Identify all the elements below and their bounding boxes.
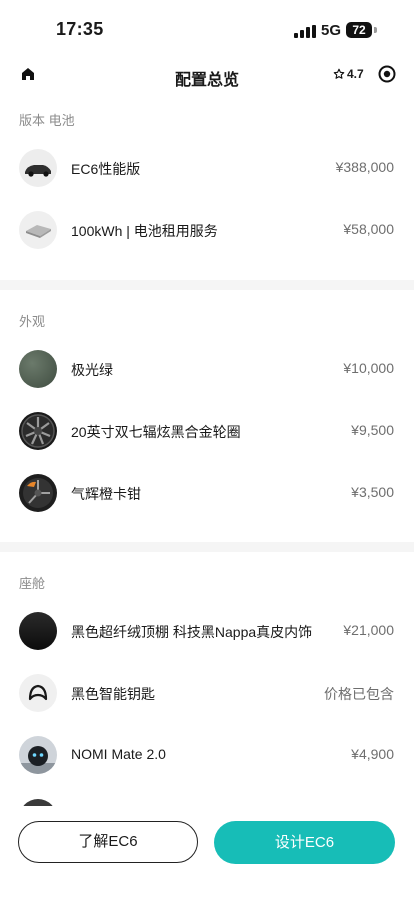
item-name: 极光绿: [71, 362, 113, 378]
design-button[interactable]: 设计EC6: [214, 821, 395, 864]
nomi-thumbnail: [19, 736, 57, 774]
item-price: ¥10,000: [343, 360, 394, 376]
item-price: ¥9,500: [351, 422, 394, 438]
list-item[interactable]: NOMI Mate 2.0 ¥4,900: [0, 725, 414, 785]
battery-thumbnail: [19, 211, 57, 249]
item-name: 20英寸双七辐炫黑合金轮圈: [71, 424, 241, 440]
nav-bar: 配置总览 4.7: [0, 54, 414, 96]
battery-icon: 72: [346, 22, 372, 38]
rating-value: 4.7: [347, 67, 364, 81]
item-price: ¥3,500: [351, 484, 394, 500]
list-item[interactable]: EC6性能版 ¥388,000: [0, 138, 414, 198]
battery-cap: [374, 27, 377, 33]
list-item[interactable]: 极光绿 ¥10,000: [0, 339, 414, 399]
list-item[interactable]: 气辉橙卡钳 ¥3,500: [0, 463, 414, 523]
item-price: ¥388,000: [335, 159, 394, 175]
bottom-action-bar: 了解EC6 设计EC6: [0, 806, 414, 900]
item-name: 气辉橙卡钳: [71, 486, 141, 502]
item-price: ¥21,000: [343, 622, 394, 638]
signal-icon: [294, 25, 316, 38]
interior-swatch: [19, 612, 57, 650]
status-bar: 17:35 5G 72: [0, 0, 414, 62]
paint-swatch: [19, 350, 57, 388]
item-name: 黑色超纤绒顶棚 科技黑Nappa真皮内饰: [71, 624, 313, 640]
network-type: 5G: [321, 22, 342, 39]
car-thumbnail: [19, 149, 57, 187]
section-label-cabin: 座舱: [19, 576, 46, 591]
list-item[interactable]: 黑色智能钥匙 价格已包含: [0, 663, 414, 723]
list-item[interactable]: 20英寸双七辐炫黑合金轮圈 ¥9,500: [0, 401, 414, 461]
item-price: 价格已包含: [324, 686, 394, 702]
learn-button[interactable]: 了解EC6: [18, 821, 198, 863]
item-price: ¥58,000: [343, 221, 394, 237]
section-divider: [0, 280, 414, 290]
section-label-version: 版本 电池: [19, 113, 75, 128]
rating-badge[interactable]: 4.7: [333, 67, 364, 81]
star-icon: [333, 68, 345, 79]
item-name: EC6性能版: [71, 161, 141, 177]
target-icon[interactable]: [378, 65, 396, 83]
item-name: NOMI Mate 2.0: [71, 746, 166, 762]
item-price: ¥4,900: [351, 746, 394, 762]
list-item[interactable]: 100kWh | 电池租用服务 ¥58,000: [0, 200, 414, 260]
section-divider: [0, 542, 414, 552]
status-time: 17:35: [56, 19, 104, 39]
wheel-thumbnail: [19, 412, 57, 450]
section-label-exterior: 外观: [19, 314, 46, 329]
item-name: 黑色智能钥匙: [71, 686, 155, 702]
caliper-thumbnail: [19, 474, 57, 512]
list-item[interactable]: 黑色超纤绒顶棚 科技黑Nappa真皮内饰 ¥21,000: [0, 601, 414, 661]
key-icon: [19, 674, 57, 712]
item-name: 100kWh | 电池租用服务: [71, 223, 218, 239]
